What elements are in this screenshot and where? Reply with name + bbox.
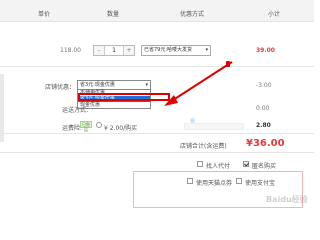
watermark: Baidu经验 (266, 195, 308, 204)
row-divider (0, 66, 314, 67)
quantity-stepper[interactable]: - 1 + (93, 45, 135, 56)
item-subtotal: 39.00 (256, 47, 275, 54)
qty-value[interactable]: 1 (105, 46, 123, 55)
insurance-info-bar (184, 123, 244, 130)
left-edge-bar (0, 74, 4, 142)
col-qty-header: 数量 (107, 11, 120, 18)
chevron-down-icon: ▾ (205, 47, 208, 53)
col-price-header: 单价 (38, 11, 51, 18)
col-promo-header: 优惠方式 (180, 11, 205, 18)
insurance-radio[interactable] (96, 122, 102, 128)
chevron-down-icon: ▾ (145, 82, 148, 88)
alipay-label: 使用支付宝 (245, 180, 276, 187)
shipping-label: 运送方式： (62, 107, 93, 114)
insurance-badge: 已免运 (80, 121, 92, 132)
promo-select[interactable]: 已省79元:哈喽大发货 ▾ (141, 45, 211, 56)
shipping-amount: 0.00 (256, 105, 270, 112)
insurance-amount: 2.80 (256, 122, 271, 129)
qty-plus-button[interactable]: + (123, 46, 134, 55)
shop-discount-select-value: 省3元:现金优惠 (80, 82, 115, 88)
anonymous-label: 匿名购买 (252, 163, 277, 170)
item-price: 118.00 (60, 47, 81, 54)
red-packet-label: 使用天猫点券 (196, 180, 233, 187)
proxy-pay-checkbox[interactable] (197, 161, 203, 167)
proxy-pay-label: 找人代付 (206, 163, 231, 170)
col-subtotal-header: 小计 (268, 11, 281, 18)
row-divider (0, 152, 314, 153)
total-label: 店铺合计(含运费) (180, 143, 227, 150)
shop-discount-label: 店铺优惠： (45, 84, 76, 91)
qty-minus-button[interactable]: - (94, 46, 105, 55)
annotation-marker (226, 61, 230, 67)
shop-discount-amount: -3.00 (256, 82, 272, 89)
alipay-checkbox[interactable] (236, 178, 242, 184)
red-packet-checkbox[interactable] (187, 178, 193, 184)
annotation-highlight-box (78, 93, 170, 101)
total-amount: ¥36.00 (246, 138, 285, 149)
row-divider (0, 133, 314, 134)
promo-select-value: 已省79元:哈喽大发货 (144, 47, 193, 53)
insurance-price: ¥ 2.00/购买 (104, 125, 138, 132)
table-header: 单价 数量 优惠方式 小计 (0, 0, 314, 22)
anonymous-checkbox[interactable] (243, 161, 249, 167)
